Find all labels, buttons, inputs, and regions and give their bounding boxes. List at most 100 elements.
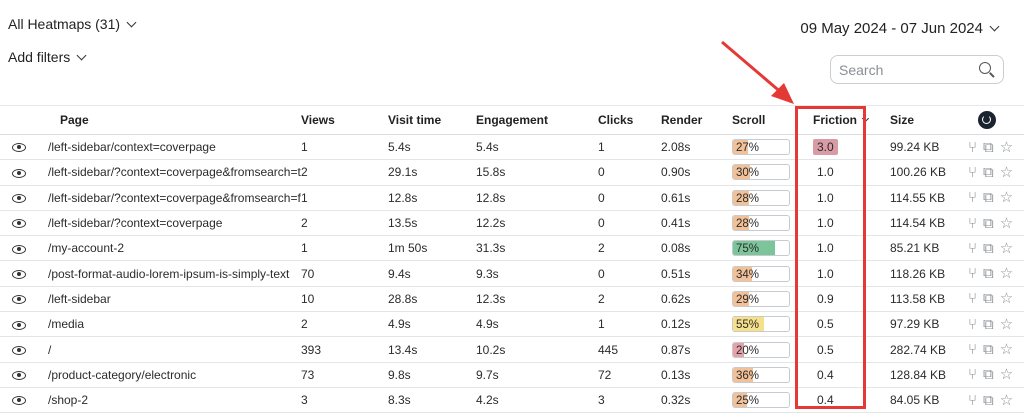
search-input[interactable] (831, 56, 971, 83)
open-icon[interactable]: ⧉ (983, 140, 994, 155)
share-icon[interactable]: ⑂ (968, 291, 977, 306)
clicks-value: 72 (598, 362, 661, 388)
friction-value: 3.0 (813, 139, 838, 156)
star-icon[interactable]: ☆ (1000, 266, 1013, 281)
star-icon[interactable]: ☆ (1000, 165, 1013, 180)
header-views[interactable]: Views (301, 105, 388, 135)
eye-icon[interactable] (12, 345, 26, 355)
chevron-down-icon (126, 17, 137, 27)
add-filters-label: Add filters (8, 49, 71, 65)
visit-time-value: 13.5s (388, 210, 476, 237)
search-icon[interactable] (979, 62, 991, 74)
table-row[interactable]: /my-account-2 1 1m 50s 31.3s 2 0.08s 75% 1.0 85.… (0, 235, 1024, 262)
share-icon[interactable]: ⑂ (968, 367, 977, 382)
table-row[interactable]: /shop-2 3 8.3s 4.2s 3 0.32s 25% 0.4 84.05 KB ⑂ ⧉ ☆ (0, 387, 1024, 414)
views-value: 2 (301, 311, 388, 338)
share-icon[interactable]: ⑂ (968, 216, 977, 231)
eye-icon[interactable] (12, 295, 26, 305)
open-icon[interactable]: ⧉ (983, 165, 994, 180)
size-value: 84.05 KB (880, 387, 968, 414)
table-row[interactable]: /media 2 4.9s 4.9s 1 0.12s 55% 0.5 97.29 KB ⑂ ⧉ ☆ (0, 311, 1024, 338)
open-icon[interactable]: ⧉ (983, 190, 994, 205)
page-url[interactable]: /left-sidebar/?context=coverpage&fromsea… (44, 159, 301, 186)
star-icon[interactable]: ☆ (1000, 317, 1013, 332)
open-icon[interactable]: ⧉ (983, 241, 994, 256)
table-row[interactable]: /left-sidebar 10 28.8s 12.3s 2 0.62s 29% 0.9 113… (0, 286, 1024, 313)
header-page[interactable]: Page (44, 105, 301, 135)
friction-value: 0.9 (817, 291, 834, 306)
size-value: 113.58 KB (880, 286, 968, 313)
open-icon[interactable]: ⧉ (983, 266, 994, 281)
open-icon[interactable]: ⧉ (983, 367, 994, 382)
open-icon[interactable]: ⧉ (983, 317, 994, 332)
table-row[interactable]: /left-sidebar/?context=coverpage&fromsea… (0, 159, 1024, 186)
eye-icon[interactable] (12, 143, 26, 153)
share-icon[interactable]: ⑂ (968, 241, 977, 256)
star-icon[interactable]: ☆ (1000, 190, 1013, 205)
table-row[interactable]: /left-sidebar/context=coverpage 1 5.4s 5.4s… (0, 134, 1024, 161)
page-url[interactable]: /left-sidebar/?context=coverpage (44, 210, 301, 237)
views-value: 70 (301, 260, 388, 287)
eye-icon[interactable] (12, 219, 26, 229)
heatmaps-table: Page Views Visit time Engagement Clicks … (0, 105, 1024, 414)
star-icon[interactable]: ☆ (1000, 216, 1013, 231)
scroll-cell: 25% (732, 387, 803, 414)
table-row[interactable]: /product-category/electronic 73 9.8s 9.7s 72… (0, 362, 1024, 388)
header-scroll[interactable]: Scroll (732, 105, 803, 135)
table-row[interactable]: /left-sidebar/?context=coverpage&fromsea… (0, 185, 1024, 211)
eye-icon[interactable] (12, 320, 26, 330)
size-value: 128.84 KB (880, 362, 968, 388)
open-icon[interactable]: ⧉ (983, 342, 994, 357)
page-url[interactable]: /left-sidebar/?context=coverpage&fromsea… (44, 185, 301, 211)
share-icon[interactable]: ⑂ (968, 266, 977, 281)
page-url[interactable]: /post-format-audio-lorem-ipsum-is-simply… (44, 260, 301, 287)
page-url[interactable]: /my-account-2 (44, 235, 301, 262)
eye-icon[interactable] (12, 371, 26, 381)
eye-icon[interactable] (12, 396, 26, 406)
eye-icon[interactable] (12, 244, 26, 254)
star-icon[interactable]: ☆ (1000, 241, 1013, 256)
eye-icon[interactable] (12, 269, 26, 279)
star-icon[interactable]: ☆ (1000, 393, 1013, 408)
page-url[interactable]: /product-category/electronic (44, 362, 301, 388)
view-cell (0, 210, 44, 237)
open-icon[interactable]: ⧉ (983, 393, 994, 408)
eye-icon[interactable] (12, 168, 26, 178)
open-icon[interactable]: ⧉ (983, 216, 994, 231)
actions-cell: ⑂ ⧉ ☆ (968, 260, 1024, 287)
table-row[interactable]: /393 13.4s 10.2s 445 0.87s 20% 0.5 282.74 KB ⑂ ⧉ ☆ (0, 336, 1024, 363)
star-icon[interactable]: ☆ (1000, 342, 1013, 357)
header-render[interactable]: Render (661, 105, 732, 135)
header-friction[interactable]: Friction (803, 105, 880, 135)
share-icon[interactable]: ⑂ (968, 342, 977, 357)
star-icon[interactable]: ☆ (1000, 367, 1013, 382)
page-url[interactable]: /media (44, 311, 301, 338)
refresh-icon[interactable] (978, 111, 996, 129)
clicks-value: 2 (598, 286, 661, 313)
share-icon[interactable]: ⑂ (968, 190, 977, 205)
views-value: 1 (301, 185, 388, 211)
table-row[interactable]: /left-sidebar/?context=coverpage 2 13.5s 12… (0, 210, 1024, 237)
heatmaps-dropdown[interactable]: All Heatmaps (31) (8, 16, 137, 32)
header-engagement[interactable]: Engagement (476, 105, 598, 135)
share-icon[interactable]: ⑂ (968, 317, 977, 332)
share-icon[interactable]: ⑂ (968, 393, 977, 408)
star-icon[interactable]: ☆ (1000, 291, 1013, 306)
share-icon[interactable]: ⑂ (968, 165, 977, 180)
table-row[interactable]: /post-format-audio-lorem-ipsum-is-simply… (0, 260, 1024, 287)
star-icon[interactable]: ☆ (1000, 140, 1013, 155)
header-visit-time[interactable]: Visit time (388, 105, 476, 135)
render-value: 0.87s (661, 336, 732, 363)
page-url[interactable]: /shop-2 (44, 387, 301, 414)
header-size[interactable]: Size (880, 105, 968, 135)
page-url[interactable]: /left-sidebar/context=coverpage (44, 134, 301, 161)
add-filters-dropdown[interactable]: Add filters (8, 49, 87, 65)
date-range-dropdown[interactable]: 09 May 2024 - 07 Jun 2024 (800, 20, 1000, 37)
eye-icon[interactable] (12, 194, 26, 204)
open-icon[interactable]: ⧉ (983, 291, 994, 306)
scroll-bar: 28% (732, 189, 790, 206)
share-icon[interactable]: ⑂ (968, 140, 977, 155)
header-clicks[interactable]: Clicks (598, 105, 661, 135)
page-url[interactable]: /left-sidebar (44, 286, 301, 313)
page-url[interactable]: / (44, 336, 301, 363)
